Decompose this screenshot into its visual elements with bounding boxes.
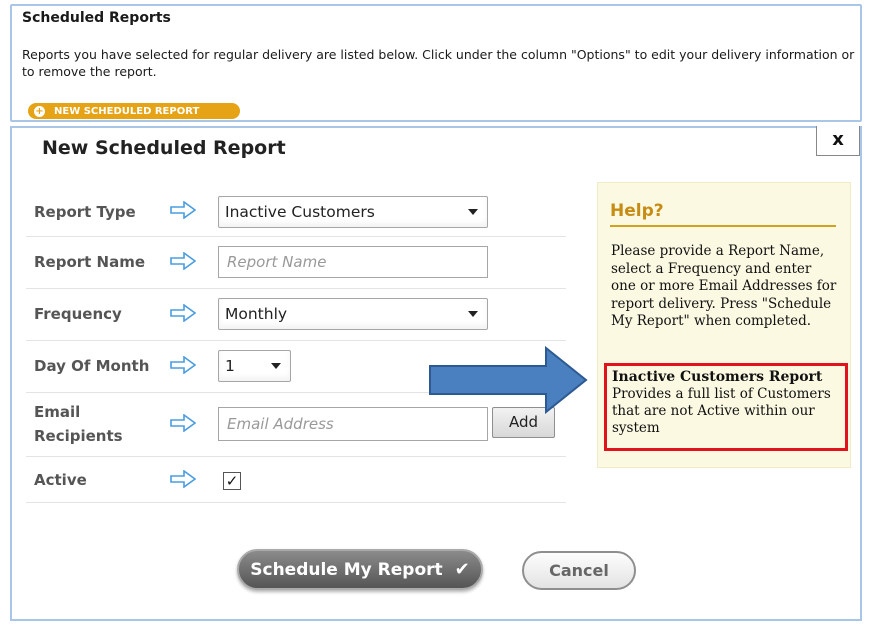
plus-circle-icon: + <box>34 105 45 117</box>
report-type-label: Report Type <box>34 203 136 221</box>
report-name-label: Report Name <box>34 253 146 271</box>
frequency-row: Frequency Monthly <box>26 288 566 341</box>
arrow-right-outline-icon <box>170 414 196 432</box>
panel-description: Reports you have selected for regular de… <box>22 47 855 79</box>
email-label-line2: Recipients <box>34 427 123 445</box>
frequency-label: Frequency <box>34 305 122 323</box>
frequency-value: Monthly <box>225 305 288 323</box>
arrow-right-outline-icon <box>170 252 196 270</box>
chevron-down-icon <box>271 363 281 369</box>
email-address-placeholder: Email Address <box>227 415 334 433</box>
new-scheduled-report-button[interactable]: + NEW SCHEDULED REPORT <box>28 103 240 119</box>
dialog-title: New Scheduled Report <box>42 137 286 159</box>
new-scheduled-report-dialog: New Scheduled Report x Report Type Inact… <box>10 126 862 621</box>
arrow-right-outline-icon <box>170 304 196 322</box>
report-type-select[interactable]: Inactive Customers <box>218 196 488 228</box>
big-blue-arrow-icon <box>429 346 588 414</box>
report-name-input[interactable]: Report Name <box>218 246 488 278</box>
help-panel: Help? Please provide a Report Name, sele… <box>597 182 851 468</box>
arrow-right-outline-icon <box>170 201 196 219</box>
help-text: Please provide a Report Name, select a F… <box>611 243 837 329</box>
close-button[interactable]: x <box>816 126 860 156</box>
report-type-value: Inactive Customers <box>225 203 375 221</box>
cancel-button[interactable]: Cancel <box>522 551 636 590</box>
checkmark-icon: ✔ <box>454 559 470 580</box>
report-name-row: Report Name Report Name <box>26 236 566 289</box>
day-of-month-select[interactable]: 1 <box>218 350 291 382</box>
scheduled-reports-panel: Scheduled Reports Reports you have selec… <box>10 4 862 122</box>
arrow-right-outline-icon <box>170 470 196 488</box>
report-type-row: Report Type Inactive Customers <box>26 188 566 237</box>
active-checkbox[interactable]: ✓ <box>223 472 241 490</box>
report-name-placeholder: Report Name <box>227 253 327 271</box>
arrow-right-outline-icon <box>170 356 196 374</box>
email-label-line1: Email <box>34 403 81 421</box>
report-description-text: Provides a full list of Customers that a… <box>612 386 831 436</box>
schedule-my-report-button[interactable]: Schedule My Report ✔ <box>237 549 483 590</box>
report-description-box: Inactive Customers Report Provides a ful… <box>604 363 848 451</box>
active-label: Active <box>34 471 87 489</box>
active-row: Active <box>26 456 566 503</box>
chevron-down-icon <box>468 209 478 215</box>
schedule-button-label: Schedule My Report <box>250 559 443 580</box>
report-description-title: Inactive Customers Report <box>612 369 823 385</box>
day-of-month-label: Day Of Month <box>34 357 150 375</box>
frequency-select[interactable]: Monthly <box>218 298 488 330</box>
chevron-down-icon <box>468 311 478 317</box>
panel-title: Scheduled Reports <box>22 10 171 26</box>
help-title: Help? <box>610 201 836 227</box>
day-of-month-value: 1 <box>225 357 235 375</box>
new-scheduled-report-label: NEW SCHEDULED REPORT <box>54 105 200 117</box>
